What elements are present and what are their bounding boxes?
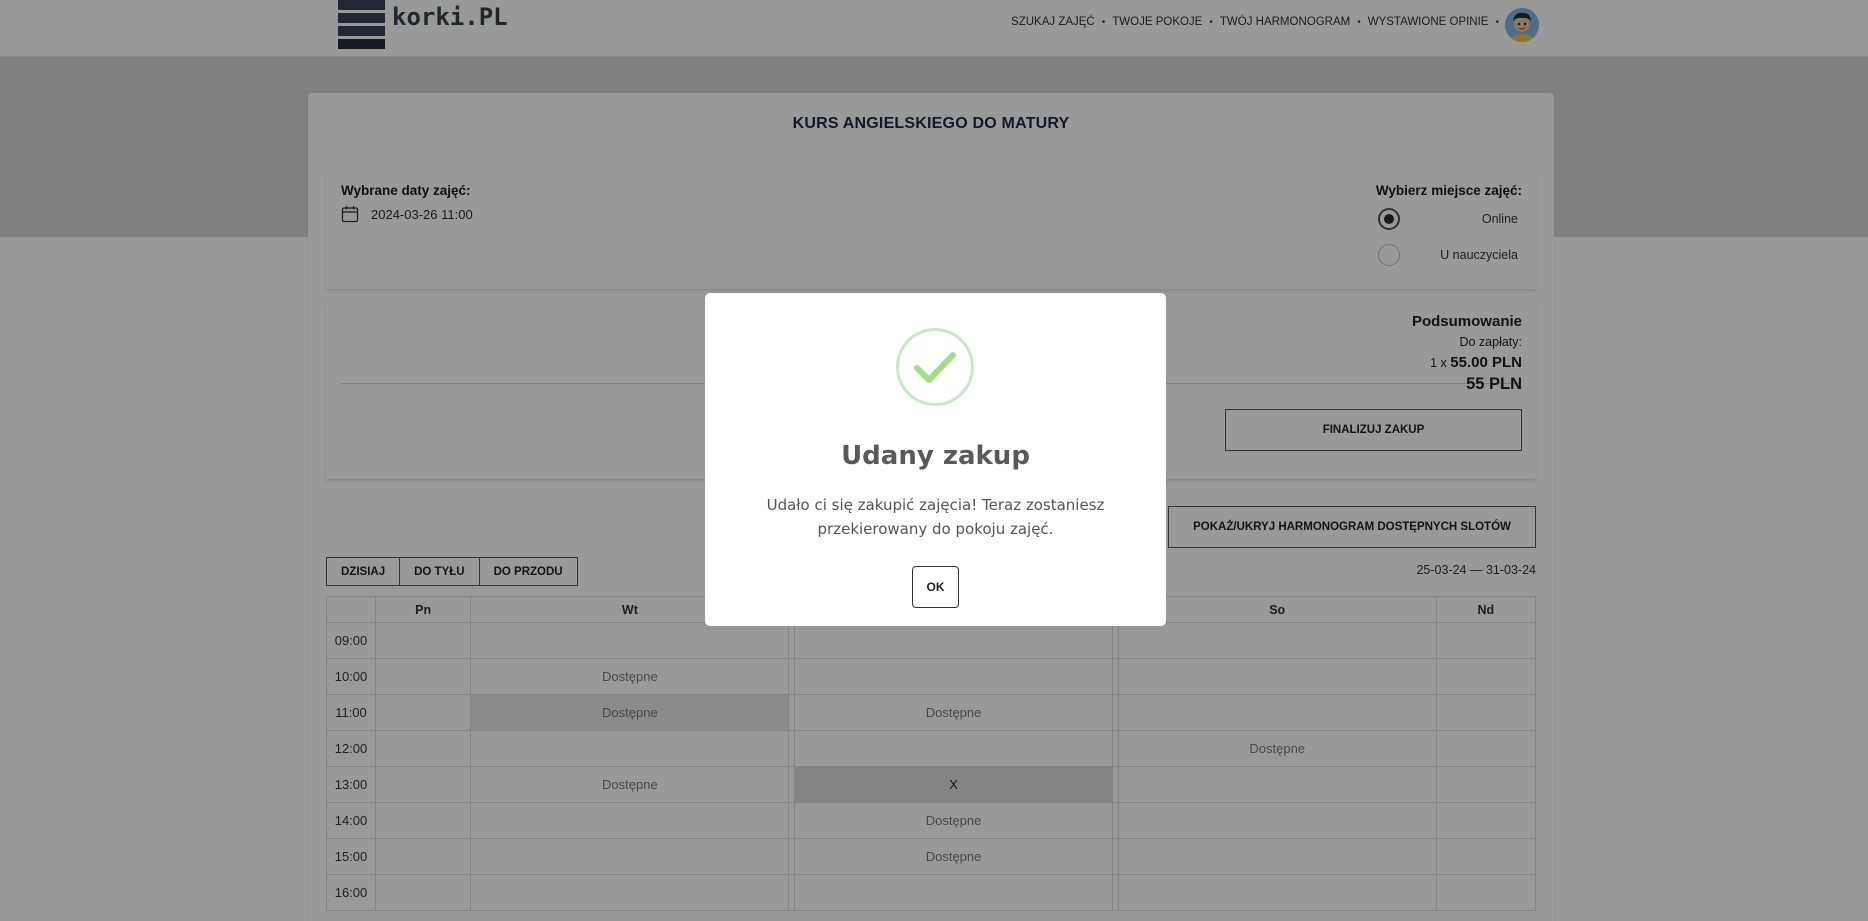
modal-title: Udany zakup: [841, 441, 1030, 471]
ok-button[interactable]: OK: [912, 566, 959, 608]
modal-message: Udało ci się zakupić zajęcia! Teraz zost…: [766, 496, 1105, 538]
success-modal: Udany zakup Udało ci się zakupić zajęcia…: [705, 293, 1166, 626]
success-check-icon: [896, 328, 974, 406]
